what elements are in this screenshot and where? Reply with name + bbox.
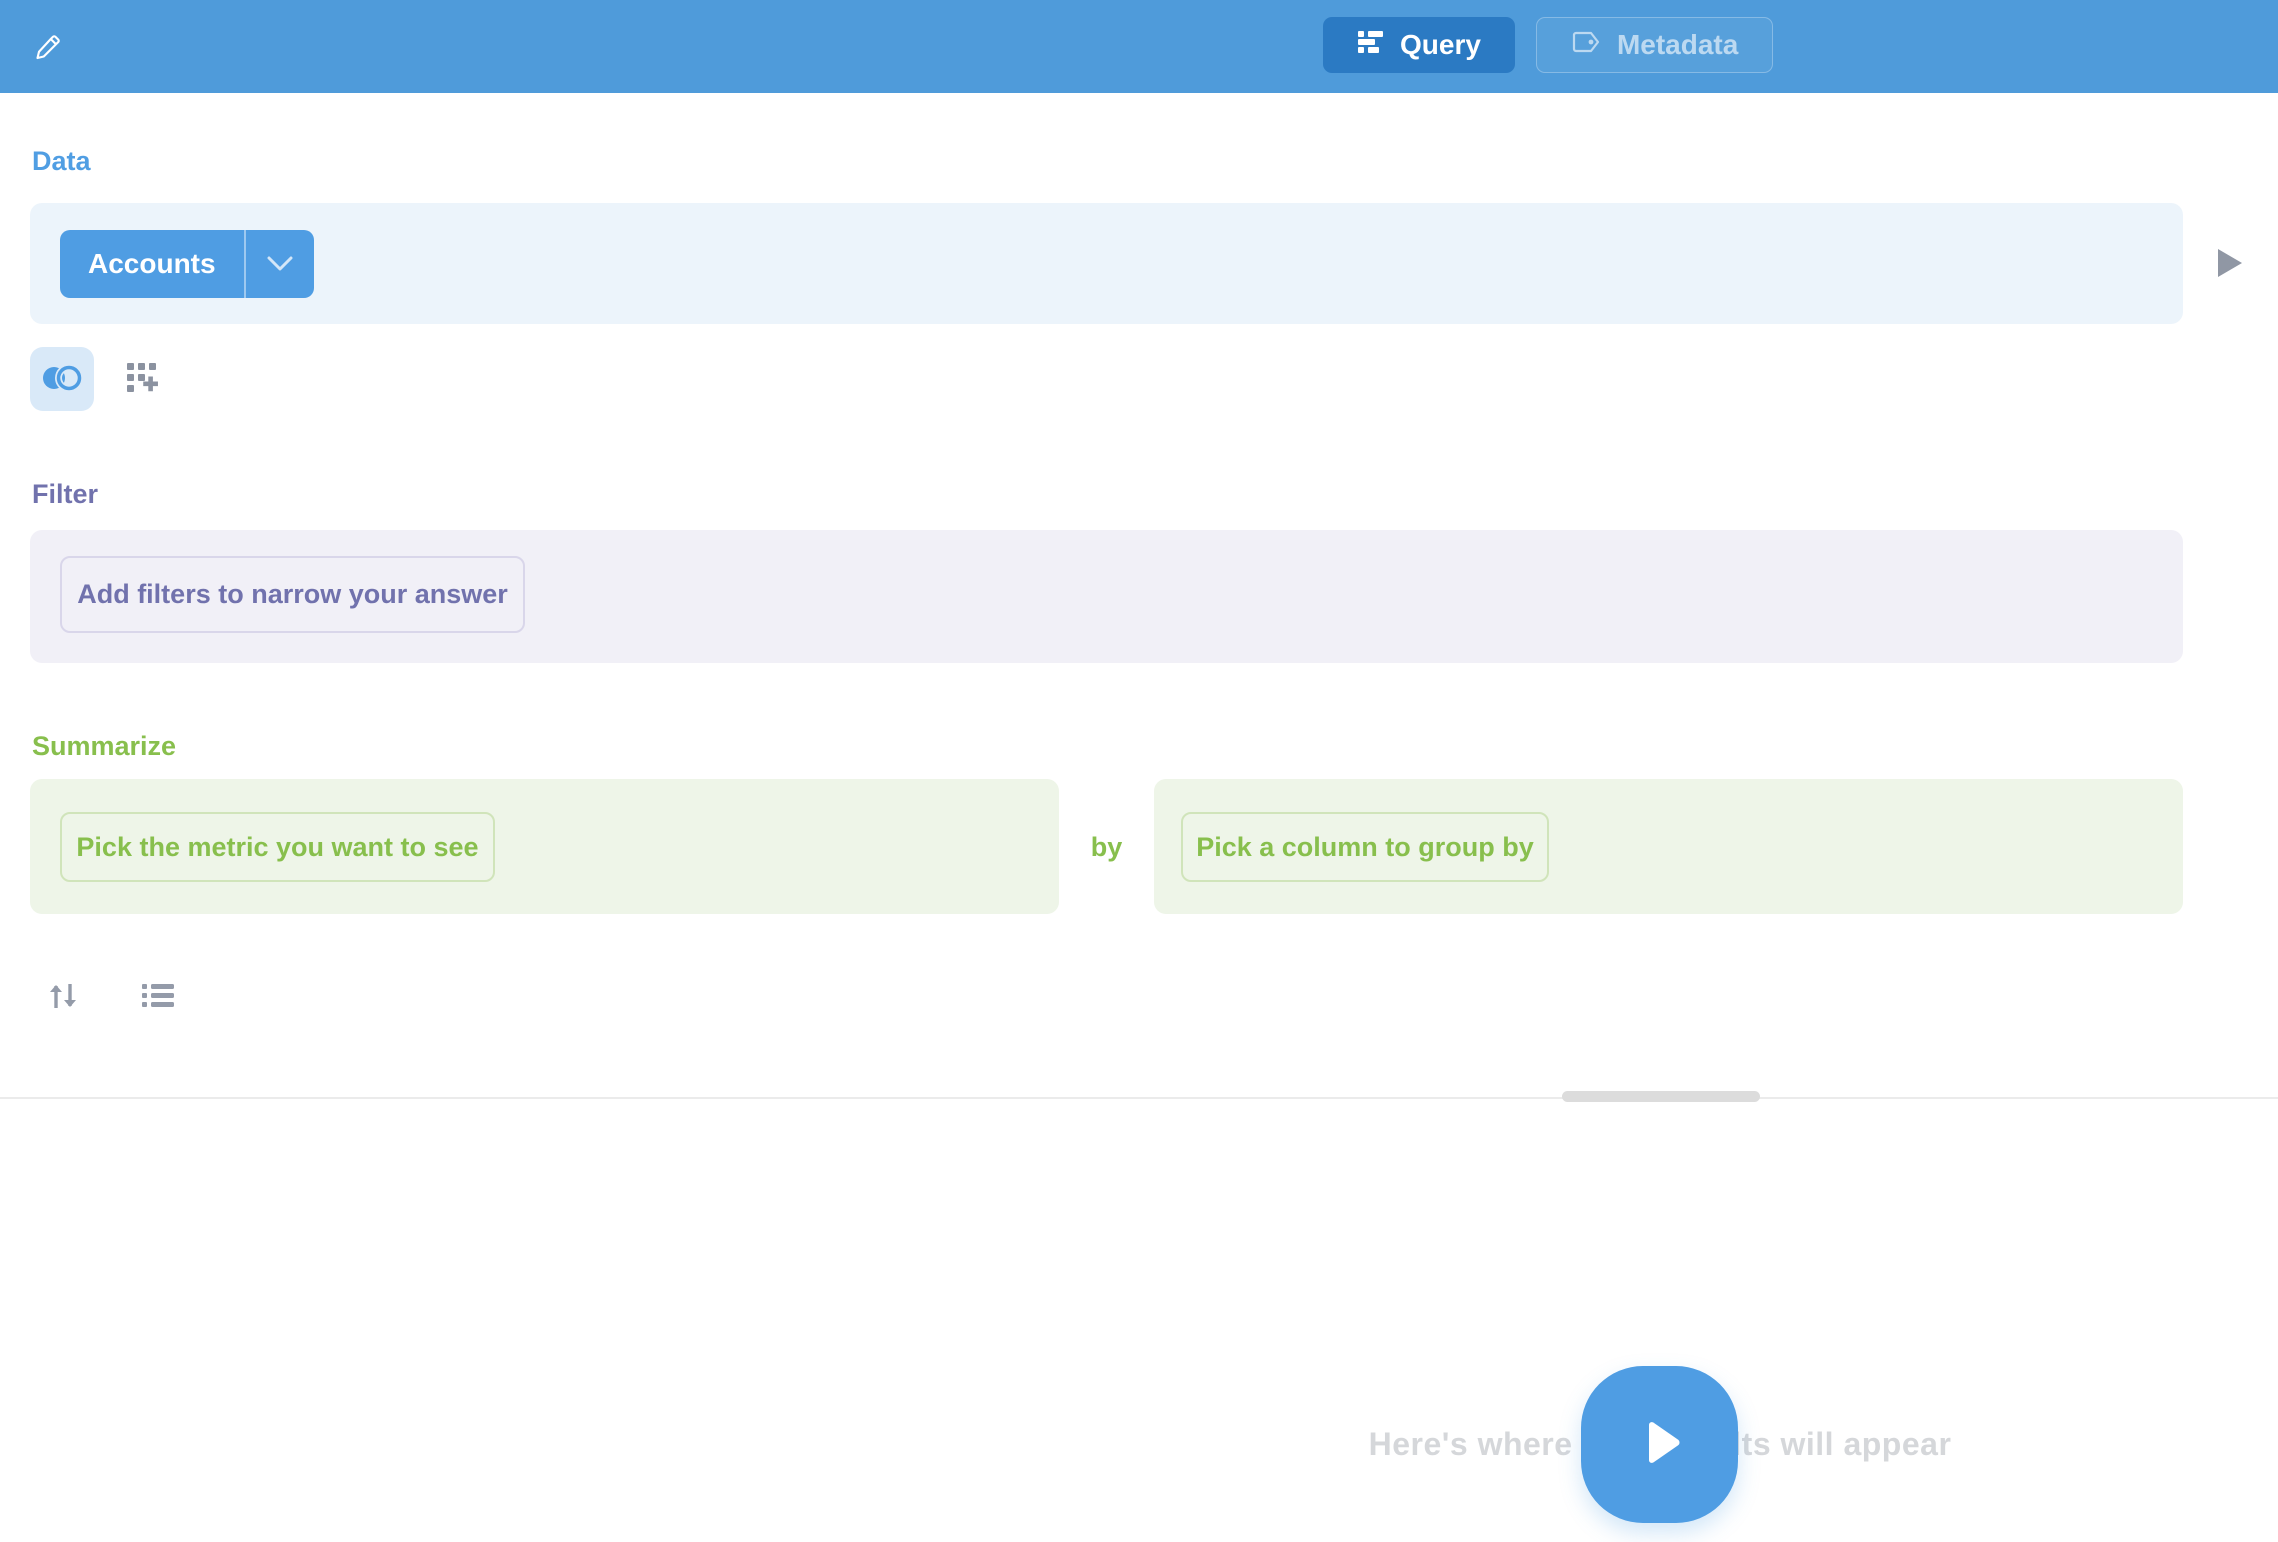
run-query-button[interactable] [1581,1366,1738,1523]
row-limit-button[interactable] [138,978,178,1016]
data-section-label: Data [32,146,91,177]
sort-step-button[interactable] [42,976,84,1018]
chevron-down-icon[interactable] [246,230,314,298]
pencil-icon [33,32,63,65]
edit-question-button[interactable] [28,28,68,68]
filter-section-label: Filter [32,479,98,510]
data-step-box: Accounts [30,203,2183,324]
by-label: by [1059,832,1154,863]
query-builder-page: Query Metadata Data Accounts [0,0,2278,1542]
data-table-name: Accounts [60,230,244,298]
tab-metadata[interactable]: Metadata [1536,17,1773,73]
join-icon [40,363,84,396]
tab-query-label: Query [1400,29,1481,61]
add-filters-button[interactable]: Add filters to narrow your answer [60,556,525,633]
notebook-icon [1357,28,1384,62]
tab-query[interactable]: Query [1323,17,1515,73]
preview-step-button[interactable] [2206,240,2254,288]
summarize-groupby-box: Pick a column to group by [1154,779,2183,914]
run-play-icon [1637,1421,1683,1468]
pick-metric-button[interactable]: Pick the metric you want to see [60,812,495,882]
pick-group-column-button[interactable]: Pick a column to group by [1181,812,1549,882]
summarize-metric-box: Pick the metric you want to see [30,779,1059,914]
filter-step-box: Add filters to narrow your answer [30,530,2183,663]
panel-divider [0,1097,2278,1099]
sort-arrows-icon [45,978,81,1017]
panel-resize-handle[interactable] [1562,1091,1760,1102]
tag-icon [1571,29,1601,61]
custom-column-button[interactable] [122,359,164,401]
view-tabs: Query Metadata [1323,17,1773,73]
join-data-button[interactable] [30,347,94,411]
preview-play-icon [2215,247,2245,282]
custom-column-icon [125,361,161,400]
list-icon [140,980,176,1015]
data-table-button[interactable]: Accounts [60,230,314,298]
topbar: Query Metadata [0,0,2278,93]
tab-metadata-label: Metadata [1617,29,1738,61]
summarize-section-label: Summarize [32,731,176,762]
